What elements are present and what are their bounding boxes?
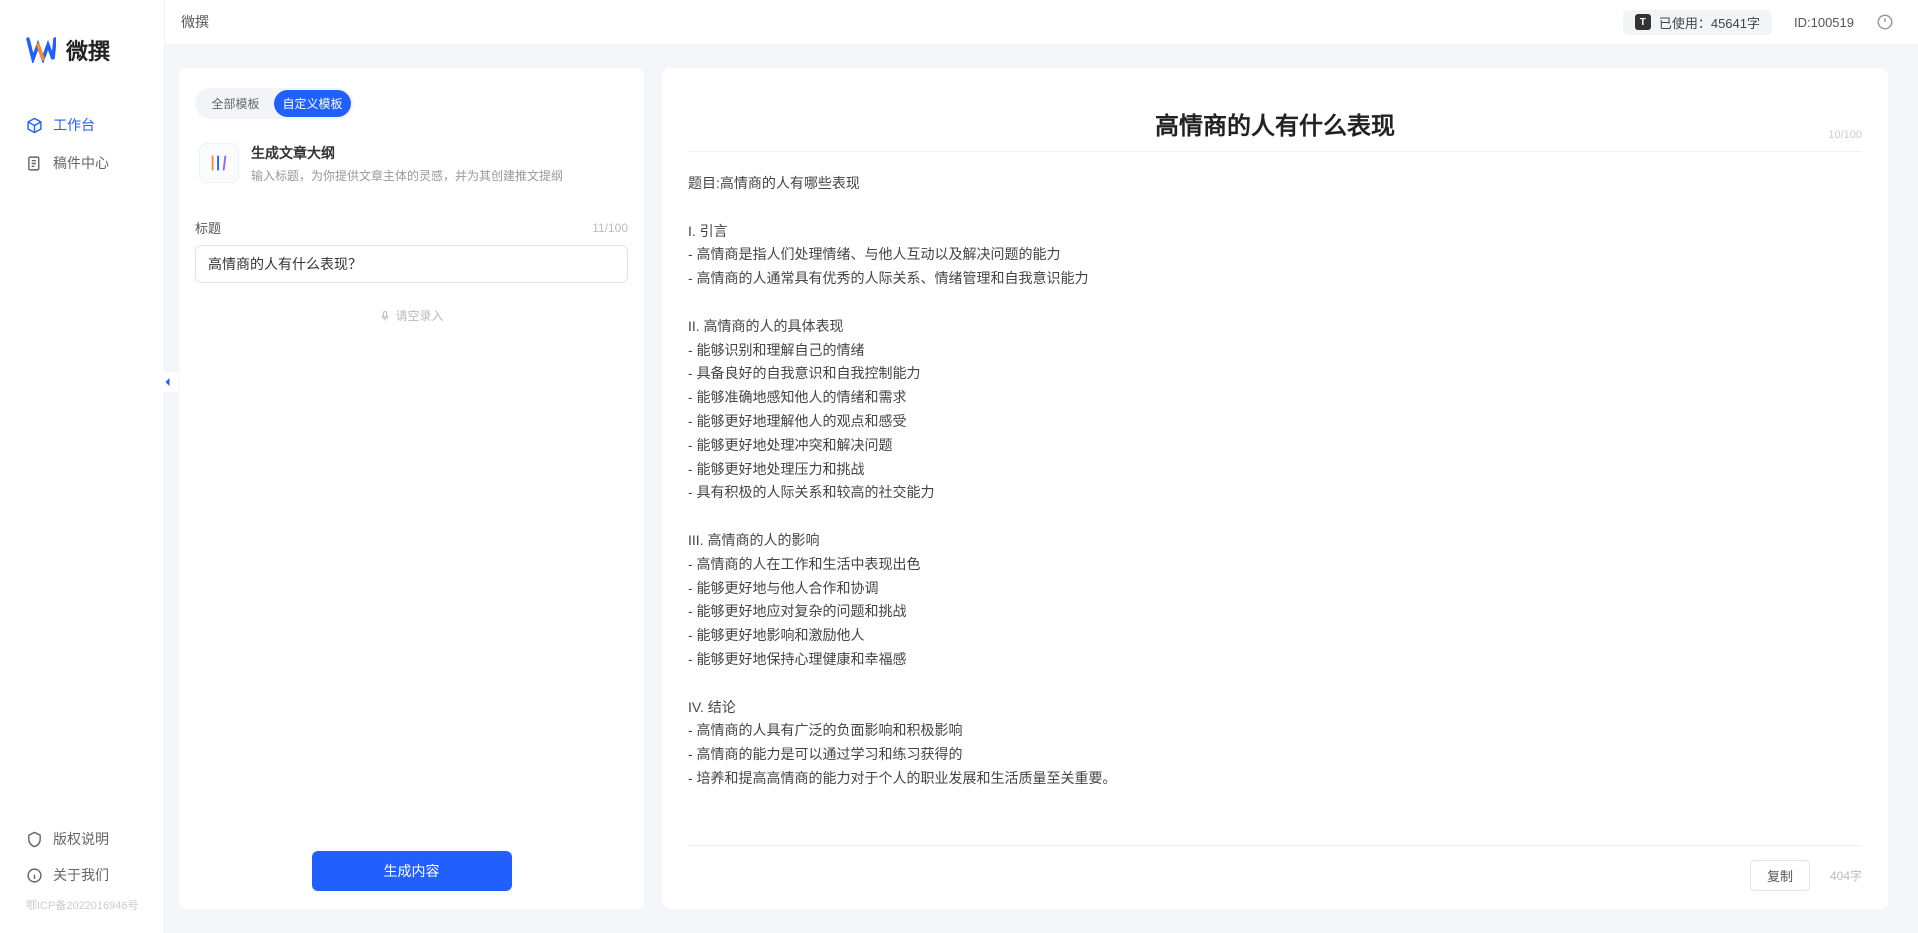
header-title: 微撰 (181, 12, 209, 32)
template-card[interactable]: 生成文章大纲 输入标题，为你提供文章主体的灵感，并为其创建推文提纲 (195, 137, 628, 198)
voice-input-button[interactable]: 请空录入 (195, 307, 628, 324)
nav-label: 关于我们 (53, 865, 109, 885)
title-counter: 11/100 (592, 221, 628, 235)
main: 微撰 T 已使用： 45641字 ID:100519 全部模板 自定义模板 (165, 0, 1918, 933)
nav-label: 版权说明 (53, 829, 109, 849)
form-title-section: 标题 11/100 (195, 218, 628, 283)
user-id: ID:100519 (1794, 15, 1854, 30)
voice-label: 请空录入 (395, 307, 443, 324)
output-footer: 复制 404字 (688, 845, 1862, 891)
mic-icon (379, 310, 391, 322)
icp-text: 鄂ICP备2022016946号 (0, 893, 164, 921)
header: 微撰 T 已使用： 45641字 ID:100519 (165, 0, 1918, 44)
sidebar: 微撰 工作台 稿件中心 版权说明 (0, 0, 165, 933)
nav-copyright[interactable]: 版权说明 (0, 821, 164, 857)
nav-label: 稿件中心 (53, 153, 109, 173)
doc-icon (26, 155, 43, 172)
nav-label: 工作台 (53, 115, 95, 135)
usage-value: 45641字 (1711, 13, 1760, 32)
output-body[interactable]: 题目:高情商的人有哪些表现 I. 引言 - 高情商是指人们处理情绪、与他人互动以… (688, 172, 1862, 833)
usage-badge[interactable]: T 已使用： 45641字 (1623, 10, 1772, 35)
content: 全部模板 自定义模板 生成文章大纲 输入标题，为你提供文章主体的灵感，并为其创建… (165, 44, 1918, 933)
output-header: 高情商的人有什么表现 10/100 (688, 88, 1862, 152)
usage-label: 已使用： (1659, 13, 1711, 32)
sidebar-collapse-toggle[interactable] (158, 372, 178, 392)
cube-icon (26, 117, 43, 134)
nav-about[interactable]: 关于我们 (0, 857, 164, 893)
template-icon (199, 143, 239, 183)
info-icon (26, 867, 43, 884)
output-title-counter: 10/100 (1828, 129, 1862, 141)
output-panel: 高情商的人有什么表现 10/100 题目:高情商的人有哪些表现 I. 引言 - … (662, 68, 1888, 909)
template-name: 生成文章大纲 (251, 143, 624, 163)
output-title: 高情商的人有什么表现 (688, 106, 1862, 141)
sidebar-bottom: 版权说明 关于我们 鄂ICP备2022016946号 (0, 821, 164, 933)
nav: 工作台 稿件中心 (0, 106, 164, 821)
nav-drafts[interactable]: 稿件中心 (0, 144, 164, 182)
template-tabs: 全部模板 自定义模板 (195, 88, 353, 119)
power-icon[interactable] (1876, 13, 1894, 31)
title-input[interactable] (195, 245, 628, 283)
word-count: 404字 (1830, 867, 1862, 884)
tab-all-templates[interactable]: 全部模板 (197, 90, 274, 117)
shield-icon (26, 831, 43, 848)
nav-workbench[interactable]: 工作台 (0, 106, 164, 144)
logo-text: 微撰 (66, 34, 110, 66)
copy-button[interactable]: 复制 (1750, 860, 1810, 891)
template-desc: 输入标题，为你提供文章主体的灵感，并为其创建推文提纲 (251, 167, 624, 184)
tab-custom-templates[interactable]: 自定义模板 (274, 90, 351, 117)
text-badge-icon: T (1635, 14, 1651, 30)
generate-button[interactable]: 生成内容 (312, 851, 512, 891)
title-label: 标题 (195, 218, 221, 237)
logo-mark (26, 37, 56, 63)
logo: 微撰 (0, 12, 164, 106)
template-panel: 全部模板 自定义模板 生成文章大纲 输入标题，为你提供文章主体的灵感，并为其创建… (179, 68, 644, 909)
